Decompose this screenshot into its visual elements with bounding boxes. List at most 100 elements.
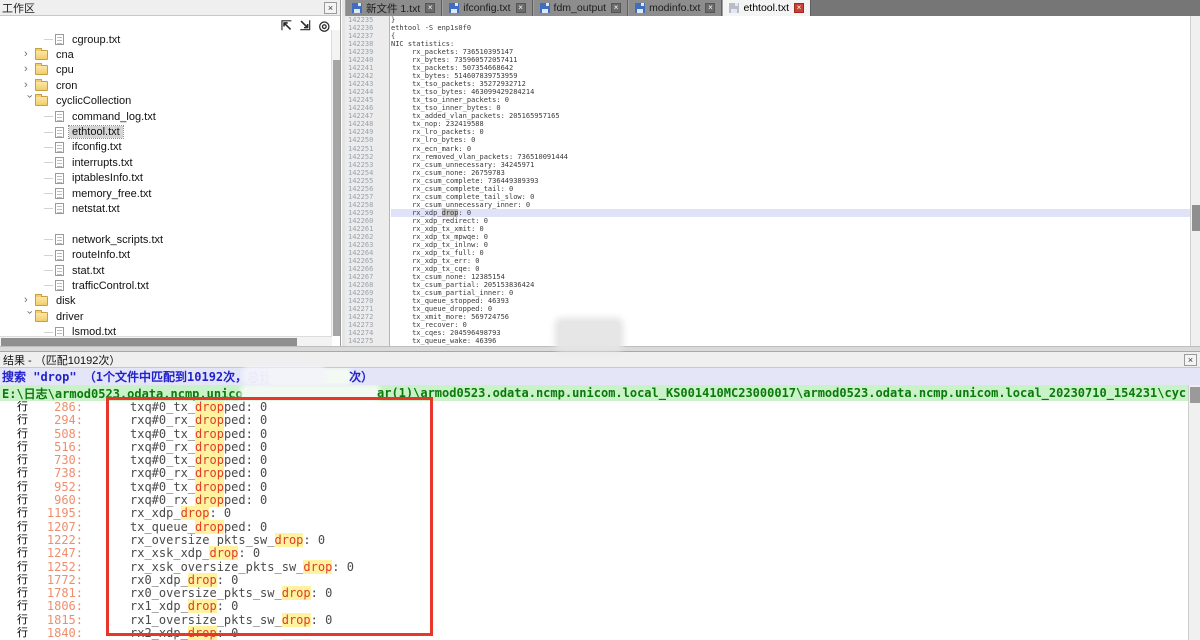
result-row[interactable]: 行294:rxq#0_rx_dropped: 0 — [0, 414, 1188, 427]
scrollbar-thumb[interactable] — [1190, 387, 1200, 403]
tree-guide-line — [44, 208, 53, 209]
tab-close-icon[interactable]: × — [516, 3, 526, 13]
tree-item-stat-txt[interactable]: stat.txt — [0, 263, 331, 278]
result-row[interactable]: 行1252:rx_xsk_oversize_pkts_sw_drop: 0 — [0, 561, 1188, 574]
result-row[interactable]: 行286:txq#0_tx_dropped: 0 — [0, 401, 1188, 414]
file-icon — [55, 265, 64, 276]
chevron-collapsed-icon[interactable]: › — [24, 63, 35, 75]
result-row[interactable]: 行508:txq#0_tx_dropped: 0 — [0, 428, 1188, 441]
chevron-expanded-icon[interactable]: › — [24, 310, 36, 321]
row-match-text: rx_xsk_oversize_pkts_sw_drop: 0 — [130, 561, 354, 574]
row-match-text: txq#0_tx_dropped: 0 — [130, 454, 267, 467]
tab-label: fdm_output — [554, 2, 607, 14]
tab-close-icon[interactable]: × — [425, 3, 435, 13]
tree-item-netstat-txt[interactable]: netstat.txt — [0, 201, 331, 216]
result-row[interactable]: 行1806:rx1_xdp_drop: 0 — [0, 600, 1188, 613]
row-line-number: 1195: — [37, 507, 83, 520]
result-file-path-row[interactable]: E:\日志\armod0523.odata.ncmp.unicom.loca a… — [0, 385, 1200, 401]
editor-tab[interactable]: modinfo.txt× — [628, 0, 722, 16]
tree-item-cron[interactable]: ›cron — [0, 78, 331, 93]
file-icon — [55, 173, 64, 184]
tree-item-interrupts-txt[interactable]: interrupts.txt — [0, 155, 331, 170]
line-number: 142247 — [345, 112, 389, 120]
tree-item-trafficcontrol-txt[interactable]: trafficControl.txt — [0, 278, 331, 293]
result-row[interactable]: 行1247:rx_xsk_xdp_drop: 0 — [0, 547, 1188, 560]
code-line: rx_xdp_tx_err: 0 — [391, 257, 1190, 265]
scrollbar-thumb[interactable] — [1192, 205, 1200, 231]
chevron-collapsed-icon[interactable]: › — [24, 48, 35, 60]
tree-item-network-scripts-txt[interactable]: network_scripts.txt — [0, 232, 331, 247]
results-vertical-scrollbar[interactable] — [1188, 385, 1200, 640]
row-line-label: 行 — [17, 481, 37, 494]
result-row[interactable]: 行730:txq#0_tx_dropped: 0 — [0, 454, 1188, 467]
result-row[interactable]: 行738:rxq#0_rx_dropped: 0 — [0, 467, 1188, 480]
code-line: rx_ecn_mark: 0 — [391, 145, 1190, 153]
tree-horizontal-scrollbar[interactable] — [0, 336, 332, 346]
tree-item-cpu[interactable]: ›cpu — [0, 63, 331, 78]
tree-item-ethtool-txt[interactable]: ethtool.txt — [0, 124, 331, 139]
chevron-expanded-icon[interactable]: › — [24, 95, 36, 106]
save-icon — [729, 3, 739, 13]
editor-tab[interactable]: ethtool.txt× — [722, 0, 811, 16]
tree-item-disk[interactable]: ›disk — [0, 294, 331, 309]
result-row[interactable]: 行960:rxq#0_rx_dropped: 0 — [0, 494, 1188, 507]
row-line-number: 1247: — [37, 547, 83, 560]
results-close-icon[interactable]: × — [1184, 354, 1197, 366]
row-line-number: 1207: — [37, 521, 83, 534]
tree-item-lsmod-txt[interactable]: lsmod.txt — [0, 324, 331, 336]
tree-item-cgroup-txt[interactable]: cgroup.txt — [0, 32, 331, 47]
tree-item-cna[interactable]: › cna — [0, 47, 331, 62]
app-window: 工作区 × ⇱ ⇲ ◎ cgroup.txt›cna›cpu›cron›cycl… — [0, 0, 1200, 640]
result-row[interactable]: 行1222:rx_oversize_pkts_sw_drop: 0 — [0, 534, 1188, 547]
editor-tab[interactable]: fdm_output × — [533, 0, 629, 16]
code-line: rx_lro_packets: 0 — [391, 128, 1190, 136]
result-row[interactable]: 行952:txq#0_tx_dropped: 0 — [0, 481, 1188, 494]
result-row[interactable]: 行1815:rx1_oversize_pkts_sw_drop: 0 — [0, 614, 1188, 627]
scrollbar-thumb[interactable] — [1, 338, 297, 346]
code-line: rx_removed_vlan_packets: 736510091444 — [391, 153, 1190, 161]
tree-item-label: lsmod.txt — [69, 326, 119, 336]
result-row[interactable]: 行516:rxq#0_rx_dropped: 0 — [0, 441, 1188, 454]
tree-item-routeinfo-txt[interactable]: routeInfo.txt — [0, 247, 331, 262]
row-line-number: 508: — [37, 428, 83, 441]
code-line: tx_tso_inner_bytes: 0 — [391, 104, 1190, 112]
result-row[interactable]: 行1772:rx0_xdp_drop: 0 — [0, 574, 1188, 587]
row-line-number: 286: — [37, 401, 83, 414]
line-number: 142243 — [345, 80, 389, 88]
match-highlight: drop — [195, 493, 224, 507]
editor-tab[interactable]: ifconfig.txt× — [442, 0, 532, 16]
result-row[interactable]: 行1840:rx2_xdp_drop: 0 — [0, 627, 1188, 640]
row-line-number: 952: — [37, 481, 83, 494]
line-number: 142249 — [345, 128, 389, 136]
editor-text-area[interactable]: }ethtool -S enp1s0f0{NIC statistics: rx_… — [391, 16, 1190, 346]
match-highlight: drop — [275, 533, 304, 547]
row-line-number: 730: — [37, 454, 83, 467]
result-row[interactable]: 行1207:tx_queue_dropped: 0 — [0, 521, 1188, 534]
line-number: 142254 — [345, 169, 389, 177]
tree-item-label: cna — [53, 49, 77, 61]
scrollbar-thumb[interactable] — [333, 60, 340, 336]
tab-close-icon[interactable]: × — [794, 3, 804, 13]
file-icon — [55, 142, 64, 153]
editor-tab[interactable]: 新文件 1.txt × — [345, 0, 442, 16]
tree-item-driver[interactable]: ›driver — [0, 309, 331, 324]
tab-label: 新文件 1.txt — [366, 1, 420, 16]
tab-close-icon[interactable]: × — [705, 3, 715, 13]
workspace-close-icon[interactable]: × — [324, 2, 337, 14]
tree-item-memory-free-txt[interactable]: memory_free.txt — [0, 186, 331, 201]
chevron-collapsed-icon[interactable]: › — [24, 79, 35, 91]
tree-item-cycliccollection[interactable]: ›cyclicCollection — [0, 94, 331, 109]
tree-item-iptablesinfo-txt[interactable]: iptablesInfo.txt — [0, 171, 331, 186]
line-number: 142259 — [345, 209, 389, 217]
chevron-collapsed-icon[interactable]: › — [24, 294, 35, 306]
editor-vertical-scrollbar[interactable] — [1190, 16, 1200, 346]
result-row[interactable]: 行1195:rx_xdp_drop: 0 — [0, 507, 1188, 520]
file-icon — [55, 203, 64, 214]
tab-close-icon[interactable]: × — [611, 3, 621, 13]
search-results-panel: 结果 - （匹配10192次） × 搜索 "drop" （1个文件中匹配到101… — [0, 352, 1200, 640]
line-number: 142251 — [345, 145, 389, 153]
tree-item-ifconfig-txt[interactable]: ifconfig.txt — [0, 140, 331, 155]
tree-item-command-log-txt[interactable]: command_log.txt — [0, 109, 331, 124]
result-row[interactable]: 行1781:rx0_oversize_pkts_sw_drop: 0 — [0, 587, 1188, 600]
tree-vertical-scrollbar[interactable] — [331, 30, 340, 336]
